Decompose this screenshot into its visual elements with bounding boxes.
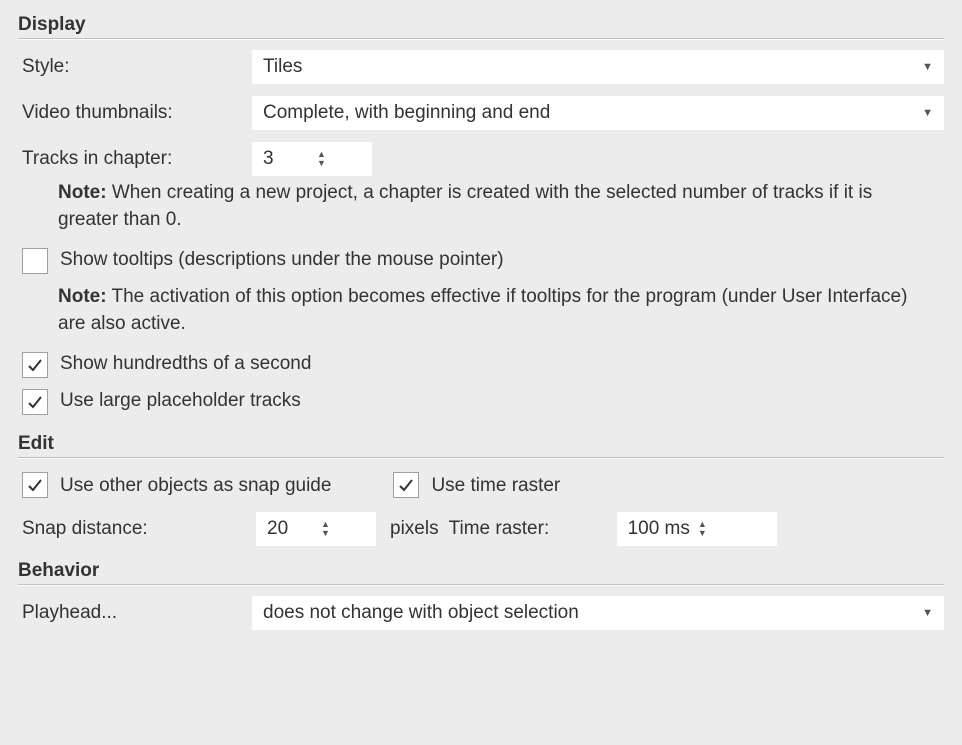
large-placeholder-checkbox[interactable]: [22, 389, 48, 415]
section-rule: [18, 584, 944, 586]
show-hundredths-label: Show hundredths of a second: [60, 353, 311, 375]
section-title-display: Display: [18, 14, 944, 36]
section-title-edit: Edit: [18, 433, 944, 455]
note-label: Note:: [58, 182, 107, 203]
spinner-arrows-icon[interactable]: ▲▼: [698, 520, 715, 538]
section-rule: [18, 457, 944, 459]
chevron-down-icon: ▼: [922, 607, 933, 619]
snap-distance-value: 20: [257, 518, 321, 540]
time-raster-field-label: Time raster:: [449, 518, 617, 540]
time-raster-value: 100 ms: [618, 518, 698, 540]
show-tooltips-checkbox[interactable]: [22, 248, 48, 274]
snap-distance-spinner[interactable]: 20 ▲▼: [256, 512, 376, 546]
chevron-down-icon: ▼: [922, 107, 933, 119]
checkmark-icon: [27, 477, 43, 493]
tracks-in-chapter-spinner[interactable]: 3 ▲▼: [252, 142, 372, 176]
playhead-dropdown-value: does not change with object selection: [263, 602, 579, 624]
video-thumbnails-dropdown[interactable]: Complete, with beginning and end ▼: [252, 96, 944, 130]
note-label: Note:: [58, 286, 107, 307]
tooltips-note: Note: The activation of this option beco…: [58, 284, 928, 337]
snap-distance-label: Snap distance:: [22, 518, 256, 540]
checkmark-icon: [27, 357, 43, 373]
pixels-label: pixels: [376, 518, 449, 540]
note-text: When creating a new project, a chapter i…: [58, 182, 872, 230]
note-text: The activation of this option becomes ef…: [58, 286, 907, 334]
snap-guide-label: Use other objects as snap guide: [60, 475, 331, 497]
spinner-arrows-icon[interactable]: ▲▼: [321, 520, 338, 538]
checkmark-icon: [27, 394, 43, 410]
style-dropdown-value: Tiles: [263, 56, 302, 78]
style-dropdown[interactable]: Tiles ▼: [252, 50, 944, 84]
tracks-in-chapter-label: Tracks in chapter:: [18, 148, 252, 170]
checkmark-icon: [398, 477, 414, 493]
tracks-note: Note: When creating a new project, a cha…: [58, 180, 928, 233]
large-placeholder-label: Use large placeholder tracks: [60, 390, 301, 412]
time-raster-spinner[interactable]: 100 ms ▲▼: [617, 512, 777, 546]
show-tooltips-label: Show tooltips (descriptions under the mo…: [60, 249, 504, 271]
time-raster-checkbox[interactable]: [393, 472, 419, 498]
time-raster-label: Use time raster: [431, 475, 560, 497]
snap-guide-checkbox[interactable]: [22, 472, 48, 498]
tracks-in-chapter-value: 3: [253, 148, 317, 170]
section-title-behavior: Behavior: [18, 560, 944, 582]
video-thumbnails-label: Video thumbnails:: [18, 102, 252, 124]
section-rule: [18, 38, 944, 40]
spinner-arrows-icon[interactable]: ▲▼: [317, 150, 334, 168]
show-hundredths-checkbox[interactable]: [22, 352, 48, 378]
style-label: Style:: [18, 56, 252, 78]
playhead-label: Playhead...: [18, 602, 252, 624]
chevron-down-icon: ▼: [922, 61, 933, 73]
video-thumbnails-value: Complete, with beginning and end: [263, 102, 550, 124]
playhead-dropdown[interactable]: does not change with object selection ▼: [252, 596, 944, 630]
